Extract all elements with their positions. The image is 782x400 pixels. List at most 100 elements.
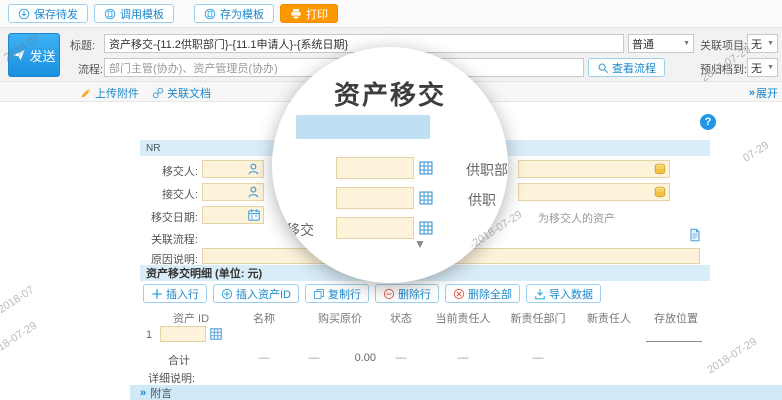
delete-row-button[interactable]: 删除行 xyxy=(375,284,439,303)
view-flow-button[interactable]: 查看流程 xyxy=(588,58,665,77)
prearchive-value: 无 xyxy=(751,60,762,76)
delete-all-button[interactable]: 删除全部 xyxy=(445,284,520,303)
org-picker-icon[interactable] xyxy=(653,185,667,199)
related-flow-label: 关联流程: xyxy=(140,231,198,247)
row-index: 1 xyxy=(140,329,158,341)
postscript-chevron-icon: » xyxy=(140,387,146,399)
transferor-label: 移交人: xyxy=(140,163,198,179)
prearchive-caret-icon: ▼ xyxy=(767,64,774,71)
col-new-dept: 新责任部门 xyxy=(500,310,576,326)
lens-grid-icon-3 xyxy=(418,220,434,236)
send-label: 发送 xyxy=(29,46,55,65)
save-draft-label: 保存待发 xyxy=(34,6,78,22)
copy-row-button[interactable]: 复制行 xyxy=(305,284,369,303)
expand-chevron-icon: » xyxy=(749,87,755,99)
col-name: 名称 xyxy=(224,310,304,326)
priority-select[interactable]: 普通 ▼ xyxy=(628,34,694,53)
person-picker-icon[interactable] xyxy=(247,162,261,176)
postscript-bar[interactable]: » 附言 xyxy=(130,385,782,400)
col-asset-id: 资产 ID xyxy=(158,310,224,326)
save-draft-icon xyxy=(18,8,30,20)
col-new-owner: 新责任人 xyxy=(576,310,642,326)
related-project-label: 关联项目: xyxy=(700,37,747,53)
col-price: 购买原价 xyxy=(304,310,376,326)
receiver-dept-input[interactable] xyxy=(518,183,670,201)
flow-label: 流程: xyxy=(78,61,103,77)
lens-field-3 xyxy=(336,217,414,239)
lens-grid-icon-1 xyxy=(418,160,434,176)
save-draft-button[interactable]: 保存待发 xyxy=(8,4,88,23)
import-data-label: 导入数据 xyxy=(549,286,593,302)
print-button[interactable]: 打印 xyxy=(280,4,338,23)
total-price-dash: — xyxy=(304,352,324,364)
col-current-owner: 当前责任人 xyxy=(426,310,500,326)
col-index xyxy=(140,310,158,326)
transfer-date-label: 移交日期: xyxy=(140,209,198,225)
insert-row-label: 插入行 xyxy=(166,286,199,302)
lens-label-position: 供职 xyxy=(468,190,496,210)
magnifier-icon xyxy=(597,62,609,74)
print-label: 打印 xyxy=(306,6,328,22)
save-as-template-button[interactable]: 存为模板 xyxy=(194,4,274,23)
title-label: 标题: xyxy=(70,37,95,53)
upload-attachment-label: 上传附件 xyxy=(95,85,139,101)
transfer-note: 为移交人的资产 xyxy=(538,210,615,226)
table-header: 资产 ID 名称 购买原价 状态 当前责任人 新责任部门 新责任人 存放位置 xyxy=(140,310,710,326)
lens-form-title: 资产移交 xyxy=(272,75,508,112)
total-new-dept: — xyxy=(500,352,576,364)
related-project-caret-icon: ▼ xyxy=(767,40,774,47)
asset-id-picker-icon[interactable] xyxy=(209,327,223,341)
lens-highlighted-field xyxy=(296,115,430,139)
use-template-label: 调用模板 xyxy=(120,6,164,22)
transferor-input[interactable] xyxy=(202,160,264,178)
related-flow-doc-icon[interactable] xyxy=(688,228,702,242)
view-flow-label: 查看流程 xyxy=(612,60,656,76)
link-document-link[interactable]: 关联文档 xyxy=(152,85,211,101)
detail-section-title: 资产移交明细 (单位: 元) xyxy=(146,265,262,281)
org-picker-icon[interactable] xyxy=(653,162,667,176)
help-icon[interactable]: ? xyxy=(700,114,716,130)
asset-id-input[interactable] xyxy=(160,326,206,342)
total-status: — xyxy=(376,352,426,364)
total-current-owner: — xyxy=(426,352,500,364)
transferor-dept-input[interactable] xyxy=(518,160,670,178)
link-document-label: 关联文档 xyxy=(167,85,211,101)
printer-icon xyxy=(290,8,302,20)
receiver-label: 接交人: xyxy=(140,186,198,202)
lens-label-dept: 供职部 xyxy=(466,160,508,180)
save-as-template-label: 存为模板 xyxy=(220,6,264,22)
related-project-value: 无 xyxy=(751,36,762,52)
expand-toggle[interactable]: » 展开 xyxy=(749,85,778,101)
save-as-template-icon xyxy=(204,8,216,20)
related-project-select[interactable]: 无 ▼ xyxy=(747,34,778,53)
person-picker-icon[interactable] xyxy=(247,185,261,199)
location-input[interactable] xyxy=(646,314,702,342)
insert-row-button[interactable]: 插入行 xyxy=(143,284,207,303)
import-data-button[interactable]: 导入数据 xyxy=(526,284,601,303)
use-template-icon xyxy=(104,8,116,20)
link-document-icon xyxy=(152,87,164,99)
lens-field-2 xyxy=(336,187,414,209)
prearchive-label: 预归档到: xyxy=(700,61,747,77)
send-button[interactable]: 发送 xyxy=(8,33,60,77)
priority-value: 普通 xyxy=(632,36,654,52)
upload-attachment-link[interactable]: 上传附件 xyxy=(80,85,139,101)
use-template-button[interactable]: 调用模板 xyxy=(94,4,174,23)
insert-asset-id-button[interactable]: 插入资产ID xyxy=(213,284,299,303)
expand-label: 展开 xyxy=(756,85,778,101)
total-price: 0.00 xyxy=(322,352,376,364)
copy-row-label: 复制行 xyxy=(328,286,361,302)
x-circle-icon xyxy=(453,288,465,300)
postscript-label: 附言 xyxy=(150,385,172,400)
lens-grid-icon-2 xyxy=(418,190,434,206)
lens-label-transfer: 移交 xyxy=(286,220,314,240)
prearchive-select[interactable]: 无 ▼ xyxy=(747,58,778,77)
receiver-input[interactable] xyxy=(202,183,264,201)
transfer-date-input[interactable] xyxy=(202,206,264,224)
calendar-icon[interactable] xyxy=(247,208,261,222)
magnifier-overlay: 资产移交 供职部 供职 移交 ▼ xyxy=(272,47,508,283)
upload-attachment-icon xyxy=(80,87,92,99)
copy-icon xyxy=(313,288,325,300)
detail-toolbar: 插入行 插入资产ID 复制行 删除行 删除全部 导入数据 xyxy=(143,284,601,303)
total-label: 合计 xyxy=(168,352,208,368)
